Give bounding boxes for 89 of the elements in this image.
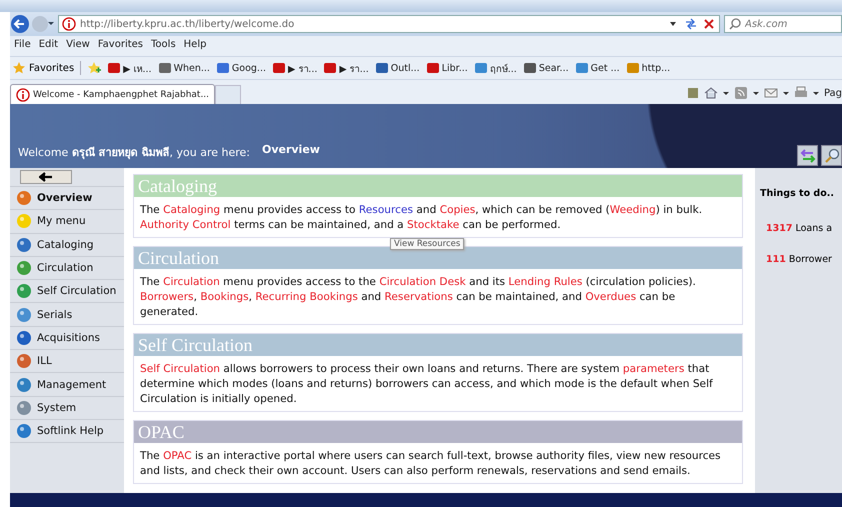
search-icon	[728, 17, 742, 31]
sidebar-item[interactable]: Overview	[10, 187, 124, 210]
browser-tab[interactable]: Welcome - Kamphaengphet Rajabhat...	[10, 84, 216, 104]
back-forward-icon[interactable]	[10, 14, 54, 34]
favorite-link[interactable]: When...	[158, 61, 210, 75]
site-icon	[426, 61, 440, 75]
sidebar-item[interactable]: Cataloging	[10, 234, 124, 257]
favorite-link[interactable]: ▶ เห...	[107, 60, 152, 76]
sidebar-item[interactable]: My menu	[10, 210, 124, 234]
stop-icon[interactable]	[702, 17, 716, 31]
menu-item[interactable]: File	[14, 39, 31, 53]
favorite-link[interactable]: Outl...	[374, 61, 420, 75]
text-link[interactable]: Authority Control	[140, 219, 231, 231]
section-title: Self Circulation	[134, 334, 742, 356]
section-title: Circulation	[134, 247, 742, 269]
sidebar-item[interactable]: Self Circulation	[10, 280, 124, 304]
menu-item[interactable]: Edit	[38, 39, 58, 53]
menu-item[interactable]: View	[66, 39, 90, 53]
todo-text[interactable]: Loans a	[795, 223, 832, 234]
sidebar-item[interactable]: Softlink Help	[10, 420, 124, 444]
site-icon	[574, 61, 589, 75]
sidebar-item[interactable]: System	[10, 396, 124, 420]
tab-title: Welcome - Kamphaengphet Rajabhat...	[33, 90, 210, 100]
favorite-link[interactable]: ▶ รา...	[323, 60, 369, 76]
site-icon	[374, 61, 389, 75]
text-link[interactable]: Lending Rules	[508, 276, 582, 288]
search-button[interactable]	[821, 145, 842, 166]
site-icon	[474, 61, 488, 75]
section-title: Cataloging	[134, 175, 742, 197]
favorite-link[interactable]: Sear...	[522, 61, 569, 75]
back-button[interactable]	[20, 170, 72, 184]
tooltip: View Resources	[390, 238, 464, 250]
favorites-button[interactable]: Favorites	[12, 61, 82, 75]
site-icon	[216, 61, 230, 75]
sidebar-item[interactable]: Circulation	[10, 256, 124, 280]
home-icon[interactable]	[704, 86, 718, 100]
page-menu[interactable]: Pag	[824, 88, 842, 98]
favorite-link[interactable]: ฤกษ์...	[474, 60, 517, 76]
welcome-text: Welcome ดรุณี สายหยุด ฉิมพลี, you are here:	[18, 145, 250, 161]
site-icon	[272, 61, 286, 75]
site-icon	[626, 61, 640, 75]
text-link[interactable]: Borrowers	[140, 291, 194, 303]
site-icon	[522, 61, 537, 75]
text-link[interactable]: parameters	[622, 363, 684, 375]
favorite-link[interactable]: ▶ รา...	[272, 60, 318, 76]
menu-item[interactable]: Help	[184, 39, 206, 53]
sidebar-item[interactable]: Management	[10, 373, 124, 397]
info-icon	[16, 88, 30, 102]
sidebar-item[interactable]: ILL	[10, 350, 124, 374]
text-link[interactable]: Copies	[440, 204, 476, 216]
swap-arrows-button[interactable]	[797, 145, 818, 166]
text-link[interactable]: Self Circulation	[140, 363, 220, 375]
text-link[interactable]: Circulation Desk	[379, 276, 466, 288]
section-title: OPAC	[134, 421, 742, 443]
section-description: The OPAC is an interactive portal where users can search full-text, browse authority files, view new resources and lists, and check their own account. Users can also perform renewals, reservations and send emails.	[139, 449, 722, 479]
text-link[interactable]: Stocktake	[407, 219, 460, 231]
text-link[interactable]: Resources	[358, 204, 414, 216]
location-text: Overview	[262, 143, 320, 158]
info-icon	[62, 17, 76, 31]
site-icon	[107, 61, 122, 75]
add-favorite-icon[interactable]	[87, 61, 102, 75]
toolbar-icon[interactable]	[686, 86, 700, 100]
section-description: Self Circulation allows borrowers to process their own loans and returns. There are system parameters that determine which modes (loans and returns) borrowers can access, and which mode is the default when Self Circulation is initially opened.	[139, 362, 714, 407]
text-link[interactable]: Recurring Bookings	[255, 291, 358, 303]
text-link[interactable]: Overdues	[585, 291, 636, 303]
todo-title: Things to do..	[760, 188, 835, 199]
text-link[interactable]: Cataloging	[163, 204, 220, 216]
text-link[interactable]: Bookings	[200, 291, 249, 303]
left-arrow-icon	[39, 172, 53, 182]
text-link[interactable]: OPAC	[163, 450, 192, 462]
text-link[interactable]: Reservations	[384, 291, 453, 303]
favorite-link[interactable]: http...	[626, 61, 670, 75]
menu-item[interactable]: Tools	[151, 39, 176, 53]
sidebar-item[interactable]: Serials	[10, 303, 124, 327]
text-link[interactable]: Weeding	[610, 204, 656, 216]
site-icon	[158, 61, 172, 75]
sidebar-item[interactable]: Acquisitions	[10, 326, 124, 350]
section-description: The Cataloging menu provides access to Resources and Copies, which can be removed (Weeding) in bulk. Authority Control terms can be maintained, and a Stocktake can be performed.	[139, 203, 704, 233]
favorite-link[interactable]: Get ...	[574, 61, 620, 75]
text-link[interactable]: Circulation	[163, 276, 220, 288]
favorite-link[interactable]: Libr...	[426, 61, 468, 75]
favorite-link[interactable]: Goog...	[216, 61, 266, 75]
todo-text[interactable]: Borrower	[788, 254, 832, 265]
url-text: http://liberty.kpru.ac.th/liberty/welcome.do	[80, 18, 294, 30]
menu-item[interactable]: Favorites	[98, 39, 144, 53]
star-icon	[12, 61, 26, 75]
address-bar[interactable]: http://liberty.kpru.ac.th/liberty/welcome.do	[58, 15, 720, 33]
section-description: The Circulation menu provides access to the Circulation Desk and its Lending Rules (circulation policies). Borrowers, Bookings, Recurring Bookings and Reservations can be maintained, and Overdues can be generated.	[139, 275, 697, 320]
site-icon	[323, 61, 338, 75]
